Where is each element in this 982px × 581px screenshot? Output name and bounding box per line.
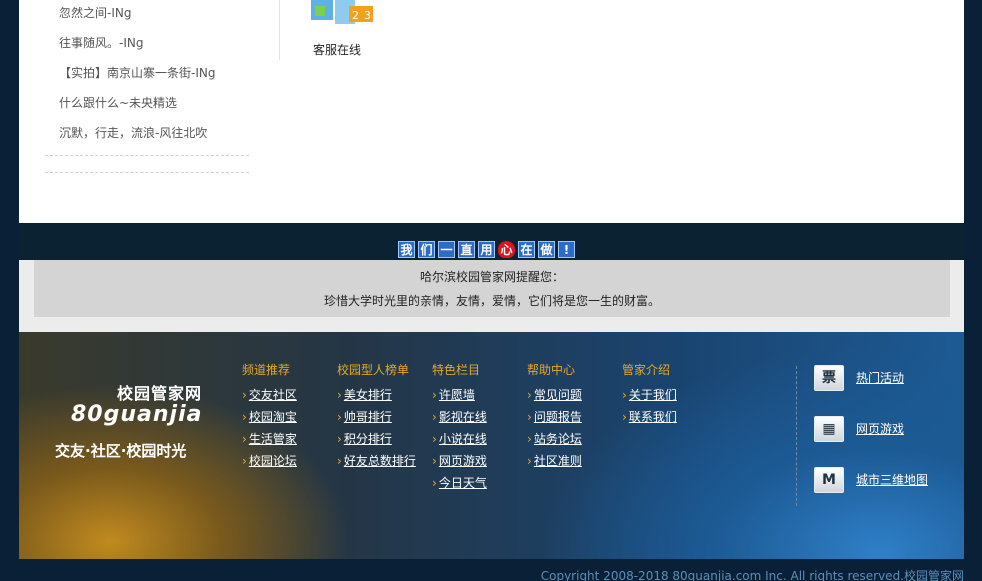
reminder-title: 哈尔滨校园管家网提醒您： xyxy=(419,270,564,284)
dashed-divider xyxy=(45,155,249,156)
slogan-char: 一 xyxy=(438,241,455,258)
footer-link[interactable]: 美女排行 xyxy=(337,386,416,408)
side-link-label[interactable]: 网页游戏 xyxy=(856,420,904,437)
footer-link[interactable]: 好友总数排行 xyxy=(337,452,416,474)
footer-link[interactable]: 交友社区 xyxy=(242,386,297,408)
slogan-char: 做 xyxy=(538,241,555,258)
footer-link[interactable]: 社区准则 xyxy=(527,452,582,474)
footer-side-divider xyxy=(796,366,797,506)
customer-service-icon[interactable]: 2 3 xyxy=(309,0,375,28)
footer-column-about: 管家介绍 关于我们 联系我们 xyxy=(622,362,677,430)
footer-column-help: 帮助中心 常见问题 问题报告 站务论坛 社区准则 xyxy=(527,362,582,474)
footer-link[interactable]: 许愿墙 xyxy=(432,386,487,408)
reminder-box: 哈尔滨校园管家网提醒您： 珍惜大学时光里的亲情，友情，爱情，它们将是您一生的财富… xyxy=(34,260,950,317)
content-panel: 忽然之间-INg 往事随风。-INg 【实拍】南京山寨一条街-INg 什么跟什么… xyxy=(19,0,964,223)
site-footer: 校园管家网 80guanjia 交友·社区·校园时光 频道推荐 交友社区 校园淘… xyxy=(19,332,964,559)
column-title: 帮助中心 xyxy=(527,363,576,377)
digit-2: 2 xyxy=(352,9,359,22)
map-icon: M xyxy=(814,467,844,493)
site-logo[interactable]: 校园管家网 80guanjia 交友·社区·校园时光 xyxy=(51,376,221,466)
column-divider xyxy=(279,0,280,60)
footer-link[interactable]: 帅哥排行 xyxy=(337,408,416,430)
digit-3: 3 xyxy=(364,9,371,22)
footer-column-features: 特色栏目 许愿墙 影视在线 小说在线 网页游戏 今日天气 xyxy=(432,362,487,496)
reminder-message: 珍惜大学时光里的亲情，友情，爱情，它们将是您一生的财富。 xyxy=(323,294,660,308)
side-link-label[interactable]: 热门活动 xyxy=(856,369,904,386)
cube-icon: ▦ xyxy=(814,416,844,442)
footer-column-channels: 频道推荐 交友社区 校园淘宝 生活管家 校园论坛 xyxy=(242,362,297,474)
slogan-heart-char: 心 xyxy=(498,241,515,258)
slogan-char: 用 xyxy=(478,241,495,258)
footer-link[interactable]: 生活管家 xyxy=(242,430,297,452)
footer-link[interactable]: 网页游戏 xyxy=(432,452,487,474)
footer-column-rankings: 校园型人榜单 美女排行 帅哥排行 积分排行 好友总数排行 xyxy=(337,362,416,474)
article-link[interactable]: 什么跟什么~未央精选 xyxy=(59,94,177,111)
slogan: 我 们 一 直 用 心 在 做 ! xyxy=(398,241,575,259)
column-title: 管家介绍 xyxy=(622,363,671,377)
slogan-char: 在 xyxy=(518,241,535,258)
footer-link[interactable]: 常见问题 xyxy=(527,386,582,408)
article-link[interactable]: 【实拍】南京山寨一条街-INg xyxy=(59,64,215,81)
logo-tagline: 交友·社区·校园时光 xyxy=(55,442,187,460)
reminder-panel: 哈尔滨校园管家网提醒您： 珍惜大学时光里的亲情，友情，爱情，它们将是您一生的财富… xyxy=(19,260,964,332)
column-title: 校园型人榜单 xyxy=(337,363,410,377)
dashed-divider xyxy=(45,172,249,173)
footer-link[interactable]: 小说在线 xyxy=(432,430,487,452)
copyright-text: Copyright 2008-2018 80guanjia.com Inc. A… xyxy=(540,569,964,581)
side-link-label[interactable]: 城市三维地图 xyxy=(856,471,928,488)
footer-link[interactable]: 问题报告 xyxy=(527,408,582,430)
footer-link[interactable]: 联系我们 xyxy=(622,408,677,430)
article-link[interactable]: 忽然之间-INg xyxy=(59,4,131,21)
customer-service-link[interactable]: 客服在线 xyxy=(313,41,361,58)
footer-link[interactable]: 关于我们 xyxy=(622,386,677,408)
footer-link[interactable]: 站务论坛 xyxy=(527,430,582,452)
footer-link[interactable]: 校园论坛 xyxy=(242,452,297,474)
slogan-char: 们 xyxy=(418,241,435,258)
logo-title: 校园管家网 xyxy=(117,384,203,403)
footer-link[interactable]: 今日天气 xyxy=(432,474,487,496)
article-list: 忽然之间-INg 往事随风。-INg 【实拍】南京山寨一条街-INg 什么跟什么… xyxy=(19,0,279,140)
article-link[interactable]: 往事随风。-INg xyxy=(59,34,143,51)
footer-link[interactable]: 校园淘宝 xyxy=(242,408,297,430)
slogan-char: 直 xyxy=(458,241,475,258)
article-link[interactable]: 沉默，行走，流浪-风往北吹 xyxy=(59,124,207,141)
slogan-char: ! xyxy=(558,241,575,258)
footer-link[interactable]: 积分排行 xyxy=(337,430,416,452)
slogan-char: 我 xyxy=(398,241,415,258)
column-title: 频道推荐 xyxy=(242,363,291,377)
footer-link[interactable]: 影视在线 xyxy=(432,408,487,430)
slogan-bar: 我 们 一 直 用 心 在 做 ! xyxy=(19,223,964,260)
logo-brand: 80guanjia xyxy=(71,402,203,427)
column-title: 特色栏目 xyxy=(432,363,481,377)
ticket-icon: 票 xyxy=(814,365,844,391)
